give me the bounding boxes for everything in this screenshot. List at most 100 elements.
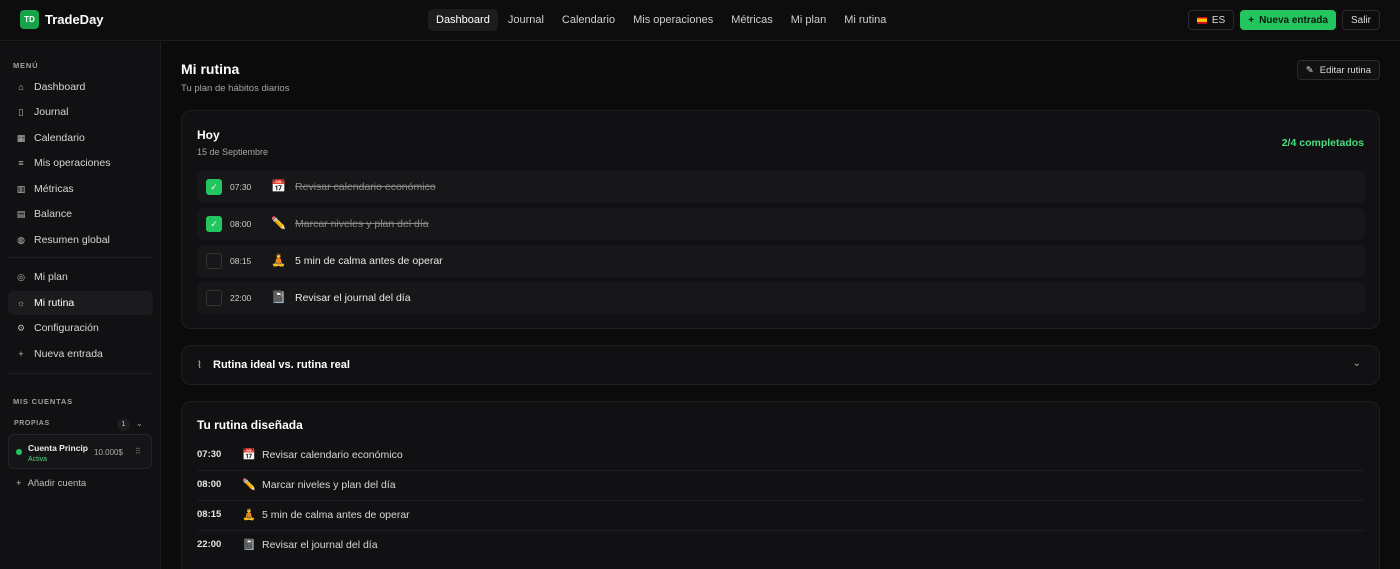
sidebar-item-metricas[interactable]: ▥ Métricas bbox=[8, 177, 153, 201]
today-title: Hoy bbox=[197, 128, 220, 142]
task-time: 08:00 bbox=[230, 219, 252, 229]
target-icon: ◎ bbox=[17, 271, 25, 282]
task-row[interactable]: ✓ 08:00 ✏️ Marcar niveles y plan del día bbox=[197, 208, 1365, 240]
routine-row: 08:15 🧘 5 min de calma antes de operar bbox=[197, 501, 1365, 531]
nav-calendario[interactable]: Calendario bbox=[554, 9, 623, 31]
chevron-down-icon[interactable]: ⌄ bbox=[1353, 358, 1361, 369]
account-balance: 10.000$ bbox=[94, 448, 123, 457]
main-nav: Dashboard Journal Calendario Mis operaci… bbox=[428, 9, 894, 31]
edit-routine-button[interactable]: ✎ Editar rutina bbox=[1296, 60, 1380, 80]
chart-icon: ▥ bbox=[16, 183, 26, 194]
check-icon: ✓ bbox=[210, 181, 218, 192]
sun-icon: ☼ bbox=[16, 298, 26, 308]
language-button[interactable]: ES bbox=[1187, 10, 1235, 30]
sidebar-divider bbox=[8, 257, 153, 258]
book-icon: ▯ bbox=[18, 106, 24, 117]
task-checkbox[interactable]: ✓ bbox=[206, 179, 222, 195]
sidebar-item-label: Nueva entrada bbox=[34, 348, 103, 360]
sidebar-item-label: Mi rutina bbox=[34, 297, 75, 309]
pencil-emoji-icon: ✏️ bbox=[242, 479, 256, 491]
new-entry-button[interactable]: + Nueva entrada bbox=[1240, 10, 1336, 30]
flag-es-icon bbox=[1196, 16, 1207, 24]
task-time: 22:00 bbox=[230, 293, 252, 303]
routine-time: 08:15 bbox=[197, 509, 222, 520]
gear-icon: ⚙ bbox=[16, 322, 26, 333]
sidebar-item-mi-rutina[interactable]: ☼ Mi rutina bbox=[8, 291, 153, 315]
today-card: Hoy 15 de Septiembre 2/4 completados ✓ 0… bbox=[181, 110, 1380, 329]
routine-label: Marcar niveles y plan del día bbox=[262, 479, 396, 491]
app-name[interactable]: TradeDay bbox=[45, 12, 104, 27]
task-time: 07:30 bbox=[230, 182, 252, 192]
nav-mi-rutina[interactable]: Mi rutina bbox=[836, 9, 894, 31]
sidebar-item-dashboard[interactable]: ⌂ Dashboard bbox=[8, 75, 153, 99]
compare-routine-toggle[interactable]: ⌇ Rutina ideal vs. rutina real ⌄ bbox=[181, 345, 1380, 385]
task-label: Marcar niveles y plan del día bbox=[295, 218, 429, 230]
language-label: ES bbox=[1211, 14, 1226, 26]
drag-handle-icon[interactable]: ⠿ bbox=[135, 447, 141, 456]
sidebar: MENÚ ⌂ Dashboard ▯ Journal ▦ Calendario … bbox=[0, 42, 161, 569]
calendar-emoji-icon: 📅 bbox=[242, 449, 256, 461]
accounts-section-title: MIS CUENTAS bbox=[13, 397, 73, 406]
sidebar-item-label: Dashboard bbox=[34, 81, 86, 93]
sidebar-item-resumen-global[interactable]: ◍ Resumen global bbox=[8, 228, 153, 252]
task-row[interactable]: ✓ 07:30 📅 Revisar calendario económico bbox=[197, 171, 1365, 203]
routine-label: Revisar calendario económico bbox=[262, 449, 403, 461]
home-icon: ⌂ bbox=[18, 82, 24, 92]
sidebar-item-mis-operaciones[interactable]: ≡ Mis operaciones bbox=[8, 151, 153, 175]
nav-journal[interactable]: Journal bbox=[500, 9, 552, 31]
calendar-emoji-icon: 📅 bbox=[271, 179, 286, 193]
sidebar-item-label: Balance bbox=[34, 208, 72, 220]
sidebar-item-label: Configuración bbox=[34, 322, 99, 334]
list-icon: ≡ bbox=[18, 158, 24, 168]
sidebar-item-label: Métricas bbox=[34, 183, 74, 195]
plus-icon: + bbox=[1248, 14, 1255, 26]
sidebar-item-mi-plan[interactable]: ◎ Mi plan bbox=[8, 265, 153, 289]
task-row[interactable]: 22:00 📓 Revisar el journal del día bbox=[197, 282, 1365, 314]
document-icon: ▤ bbox=[16, 208, 26, 219]
new-entry-label: Nueva entrada bbox=[1259, 14, 1328, 26]
task-label: 5 min de calma antes de operar bbox=[295, 255, 443, 267]
sidebar-item-nueva-entrada[interactable]: + Nueva entrada bbox=[8, 342, 153, 366]
task-row[interactable]: 08:15 🧘 5 min de calma antes de operar bbox=[197, 245, 1365, 277]
designed-title: Tu rutina diseñada bbox=[197, 418, 303, 432]
notebook-emoji-icon: 📓 bbox=[242, 539, 256, 551]
routine-time: 22:00 bbox=[197, 539, 222, 550]
sidebar-item-calendario[interactable]: ▦ Calendario bbox=[8, 126, 153, 150]
add-account-label: Añadir cuenta bbox=[27, 478, 87, 489]
sidebar-item-label: Calendario bbox=[34, 132, 85, 144]
task-checkbox[interactable]: ✓ bbox=[206, 216, 222, 232]
completed-count: 2/4 completados bbox=[1281, 137, 1364, 149]
sidebar-item-configuracion[interactable]: ⚙ Configuración bbox=[8, 316, 153, 340]
task-time: 08:15 bbox=[230, 256, 252, 266]
sidebar-item-label: Mi plan bbox=[34, 271, 68, 283]
task-checkbox[interactable] bbox=[206, 290, 222, 306]
routine-time: 07:30 bbox=[197, 449, 222, 460]
sidebar-item-journal[interactable]: ▯ Journal bbox=[8, 100, 153, 124]
pencil-icon: ✎ bbox=[1305, 64, 1314, 76]
propias-count-badge: 1 bbox=[117, 418, 130, 431]
propias-label: PROPIAS bbox=[14, 420, 50, 427]
sidebar-divider bbox=[8, 373, 153, 374]
plus-icon: + bbox=[16, 478, 22, 489]
routine-time: 08:00 bbox=[197, 479, 222, 490]
edit-routine-label: Editar rutina bbox=[1319, 64, 1371, 76]
logout-button[interactable]: Salir bbox=[1341, 10, 1380, 30]
account-card[interactable]: Cuenta Principal Activa 10.000$ ⠿ bbox=[8, 434, 152, 469]
routine-row: 07:30 📅 Revisar calendario económico bbox=[197, 441, 1365, 471]
nav-dashboard[interactable]: Dashboard bbox=[428, 9, 498, 31]
sidebar-item-label: Resumen global bbox=[34, 234, 110, 246]
chevron-down-icon[interactable]: ⌄ bbox=[136, 419, 143, 428]
task-checkbox[interactable] bbox=[206, 253, 222, 269]
logo-badge[interactable]: TD bbox=[20, 10, 39, 29]
sidebar-item-balance[interactable]: ▤ Balance bbox=[8, 202, 153, 226]
account-name: Cuenta Principal bbox=[28, 443, 88, 453]
meditation-emoji-icon: 🧘 bbox=[271, 253, 286, 267]
routine-row: 08:00 ✏️ Marcar niveles y plan del día bbox=[197, 471, 1365, 501]
nav-mis-operaciones[interactable]: Mis operaciones bbox=[625, 9, 721, 31]
add-account-button[interactable]: + Añadir cuenta bbox=[16, 478, 86, 489]
top-bar: TD TradeDay Dashboard Journal Calendario… bbox=[0, 0, 1400, 41]
routine-label: Revisar el journal del día bbox=[262, 539, 378, 551]
nav-mi-plan[interactable]: Mi plan bbox=[783, 9, 834, 31]
compare-title: Rutina ideal vs. rutina real bbox=[213, 359, 350, 371]
nav-metricas[interactable]: Métricas bbox=[723, 9, 781, 31]
